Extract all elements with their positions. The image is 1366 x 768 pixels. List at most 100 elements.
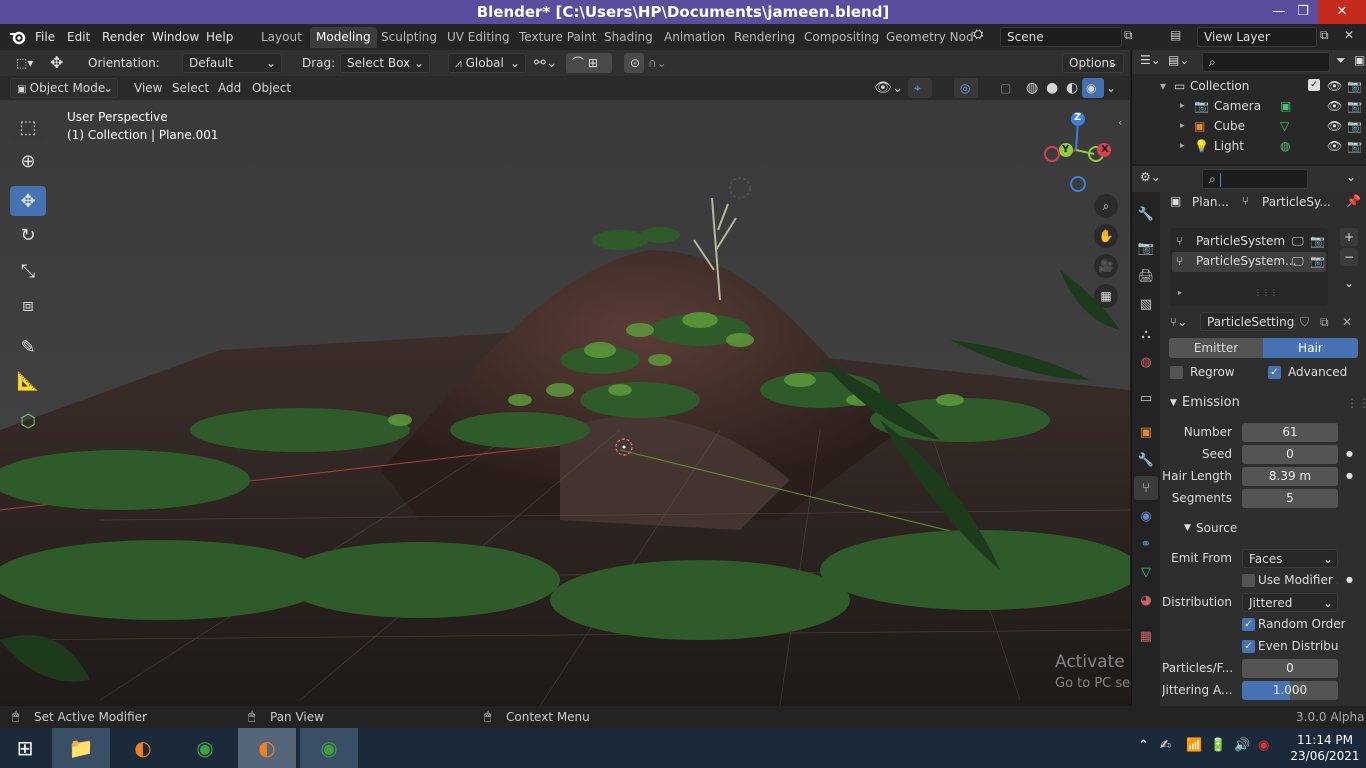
transform-orientation-dropdown[interactable]: ⩘ Global ⌄ [448, 53, 526, 73]
tab-modeling[interactable]: Modeling [310, 27, 377, 48]
windows-start-icon[interactable]: ⊞ [0, 728, 50, 768]
advanced-checkbox[interactable]: ✓ [1268, 366, 1281, 379]
camera-render-icon[interactable]: 📷 [1347, 116, 1362, 136]
zoom-icon[interactable]: ⌕ [1094, 194, 1118, 218]
outliner-item-cube[interactable]: ▸ ▣ Cube ▽ 👁 📷 [1132, 116, 1366, 136]
tab-rendering[interactable]: Rendering [728, 27, 801, 48]
emission-panel-header[interactable]: ▼ Emission ⋮⋮ [1162, 392, 1366, 414]
world-tab-icon[interactable]: ◍ [1134, 350, 1158, 374]
add-cube-tool-icon[interactable]: ⬡ [10, 406, 46, 436]
outliner-item-camera[interactable]: ▸ 📷 Camera ▣ 👁 📷 [1132, 96, 1366, 116]
distribution-dropdown[interactable]: Jittered ⌄ [1242, 593, 1338, 612]
list-expand-icon[interactable]: ▸ [1178, 288, 1182, 297]
particle-system-breadcrumb[interactable]: ParticleSy... [1262, 194, 1331, 210]
tab-animation[interactable]: Animation [658, 27, 731, 48]
particles-per-face-field[interactable]: 0 [1242, 659, 1338, 678]
menu-object[interactable]: Object [248, 78, 295, 98]
outliner-collection-row[interactable]: ▾ ▭ Collection ✓ 👁 📷 [1132, 76, 1366, 96]
jittering-amount-field[interactable]: 1.000 [1242, 681, 1338, 700]
battery-icon[interactable]: 🔋 [1210, 738, 1226, 753]
network-icon[interactable]: 📶 [1186, 738, 1202, 753]
transform-tool-icon[interactable]: ⧈ [10, 290, 46, 320]
orientation-dropdown[interactable]: Default ⌄ [182, 53, 282, 73]
use-modifier-keyframe-icon[interactable]: ● [1346, 570, 1353, 590]
tool-select-icon[interactable]: ⬚▾ [10, 53, 42, 73]
modifier-tab-icon[interactable]: 🔧 [1134, 448, 1158, 472]
snap-icon[interactable]: ⌒ ⊞ [566, 53, 612, 73]
pin-icon[interactable]: 📌 [1346, 194, 1361, 208]
particle-settings-field[interactable]: ParticleSettings... [1200, 312, 1296, 331]
antivirus-icon[interactable]: ◉ [1258, 738, 1269, 753]
data-tab-icon[interactable]: ▽ [1134, 560, 1158, 584]
chrome-taskbar-icon[interactable]: ◉ [176, 728, 234, 768]
particles-tab-icon[interactable]: ⑂ [1134, 476, 1158, 500]
use-modifier-checkbox[interactable] [1242, 574, 1255, 587]
duplicate-settings-icon[interactable]: ⧉ [1320, 312, 1338, 332]
new-scene-icon[interactable]: ⧉ [1124, 28, 1140, 44]
viewport-display-icon[interactable]: 🖵 [1292, 254, 1304, 269]
scene-icon[interactable]: ⛭ [973, 27, 997, 47]
fake-user-shield-icon[interactable]: ⛉ [1300, 312, 1318, 332]
texture-tab-icon[interactable]: ▦ [1134, 624, 1158, 648]
menu-render[interactable]: Render [102, 28, 145, 46]
remove-particle-system-button[interactable]: − [1340, 248, 1358, 266]
emitter-button[interactable]: Emitter [1169, 338, 1263, 358]
falloff-icon[interactable]: ∩⌄ [648, 53, 667, 73]
remove-view-layer-icon[interactable]: ✕ [1344, 28, 1360, 44]
eye-icon[interactable]: 👁 [1327, 136, 1342, 156]
object-data-icon[interactable]: ▽ [1280, 116, 1289, 136]
tab-uv-editing[interactable]: UV Editing [441, 27, 516, 48]
gizmo-icon[interactable]: ⌖ [908, 78, 932, 98]
add-particle-system-button[interactable]: + [1340, 228, 1358, 246]
pan-hand-icon[interactable]: ✋ [1094, 224, 1118, 248]
tool-tab-icon[interactable]: 🔧 [1134, 202, 1158, 226]
camera-render-icon[interactable]: 📷 [1347, 76, 1362, 96]
tab-layout[interactable]: Layout [255, 27, 308, 48]
drag-dropdown[interactable]: Select Box ⌄ [340, 53, 430, 73]
rotate-tool-icon[interactable]: ↻ [10, 220, 46, 250]
measure-tool-icon[interactable]: 📐 [10, 366, 46, 396]
perspective-toggle-icon[interactable]: ▦ [1094, 284, 1118, 308]
viewport-display-icon[interactable]: 🖵 [1292, 234, 1304, 249]
panel-drag-handle[interactable]: ⋮⋮ [1346, 392, 1366, 414]
settings-type-icon[interactable]: ⑂⌄ [1170, 312, 1202, 332]
camera-render-icon[interactable]: 📷 [1347, 136, 1362, 156]
collection-checkbox[interactable]: ✓ [1308, 79, 1320, 91]
physics-tab-icon[interactable]: ◉ [1134, 504, 1158, 528]
3d-viewport[interactable]: ⬚ ⊕ ✥ ↻ ⤡ ⧈ ✎ 📐 ⬡ User Perspective (1) C… [0, 100, 1130, 706]
scene-tab-icon[interactable]: ⛬ [1134, 322, 1158, 346]
seed-field[interactable]: 0 [1242, 445, 1338, 464]
material-tab-icon[interactable]: ◕ [1134, 588, 1158, 612]
file-explorer-icon[interactable]: 📁 [52, 728, 110, 768]
filter-display-icon[interactable]: ▤⌄ [1168, 53, 1189, 67]
volume-icon[interactable]: 🔊 [1234, 738, 1250, 753]
outliner-item-light[interactable]: ▸ 💡 Light ◍ 👁 📷 [1132, 136, 1366, 156]
rendered-shading-icon[interactable]: ◉ [1082, 78, 1104, 98]
menu-add[interactable]: Add [214, 78, 245, 98]
particle-system-item-1[interactable]: ⑂ ParticleSystem 🖵 📷 [1170, 232, 1328, 252]
emit-from-dropdown[interactable]: Faces ⌄ [1242, 549, 1338, 568]
hair-length-field[interactable]: 8.39 m [1242, 467, 1338, 486]
visibility-icon[interactable]: 👁⌄ [874, 78, 904, 98]
scale-tool-icon[interactable]: ⤡ [10, 256, 46, 286]
constraints-tab-icon[interactable]: ⚭ [1134, 532, 1158, 556]
view-layer-tab-icon[interactable]: ▧ [1134, 292, 1158, 316]
sidebar-toggle-icon[interactable]: ‹ [1118, 116, 1122, 129]
render-tab-icon[interactable]: 📷 [1134, 236, 1158, 260]
outliner-type-icon[interactable]: ☰⌄ [1140, 53, 1161, 67]
wireframe-shading-icon[interactable]: ◍ [1026, 78, 1038, 98]
render-display-icon[interactable]: 📷 [1310, 254, 1325, 268]
properties-type-icon[interactable]: ⚙⌄ [1140, 170, 1161, 184]
source-panel-header[interactable]: ▼ Source [1182, 518, 1366, 538]
menu-file[interactable]: File [35, 28, 55, 46]
clock[interactable]: 11:14 PM 23/06/2021 [1290, 732, 1360, 764]
close-button[interactable]: ✕ [1318, 0, 1366, 24]
chrome-group-taskbar-icon[interactable]: ◉ [300, 728, 358, 768]
tab-shading[interactable]: Shading [598, 27, 659, 48]
view-layer-icon[interactable]: ▤ [1170, 28, 1194, 44]
new-collection-icon[interactable]: ▣ [1354, 53, 1365, 67]
seed-keyframe-icon[interactable]: ● [1346, 444, 1353, 464]
particle-system-item-2[interactable]: ⑂ ParticleSystem... 🖵 📷 [1172, 252, 1326, 272]
object-breadcrumb[interactable]: Plan... [1192, 194, 1229, 210]
tab-texture-paint[interactable]: Texture Paint [513, 27, 602, 48]
